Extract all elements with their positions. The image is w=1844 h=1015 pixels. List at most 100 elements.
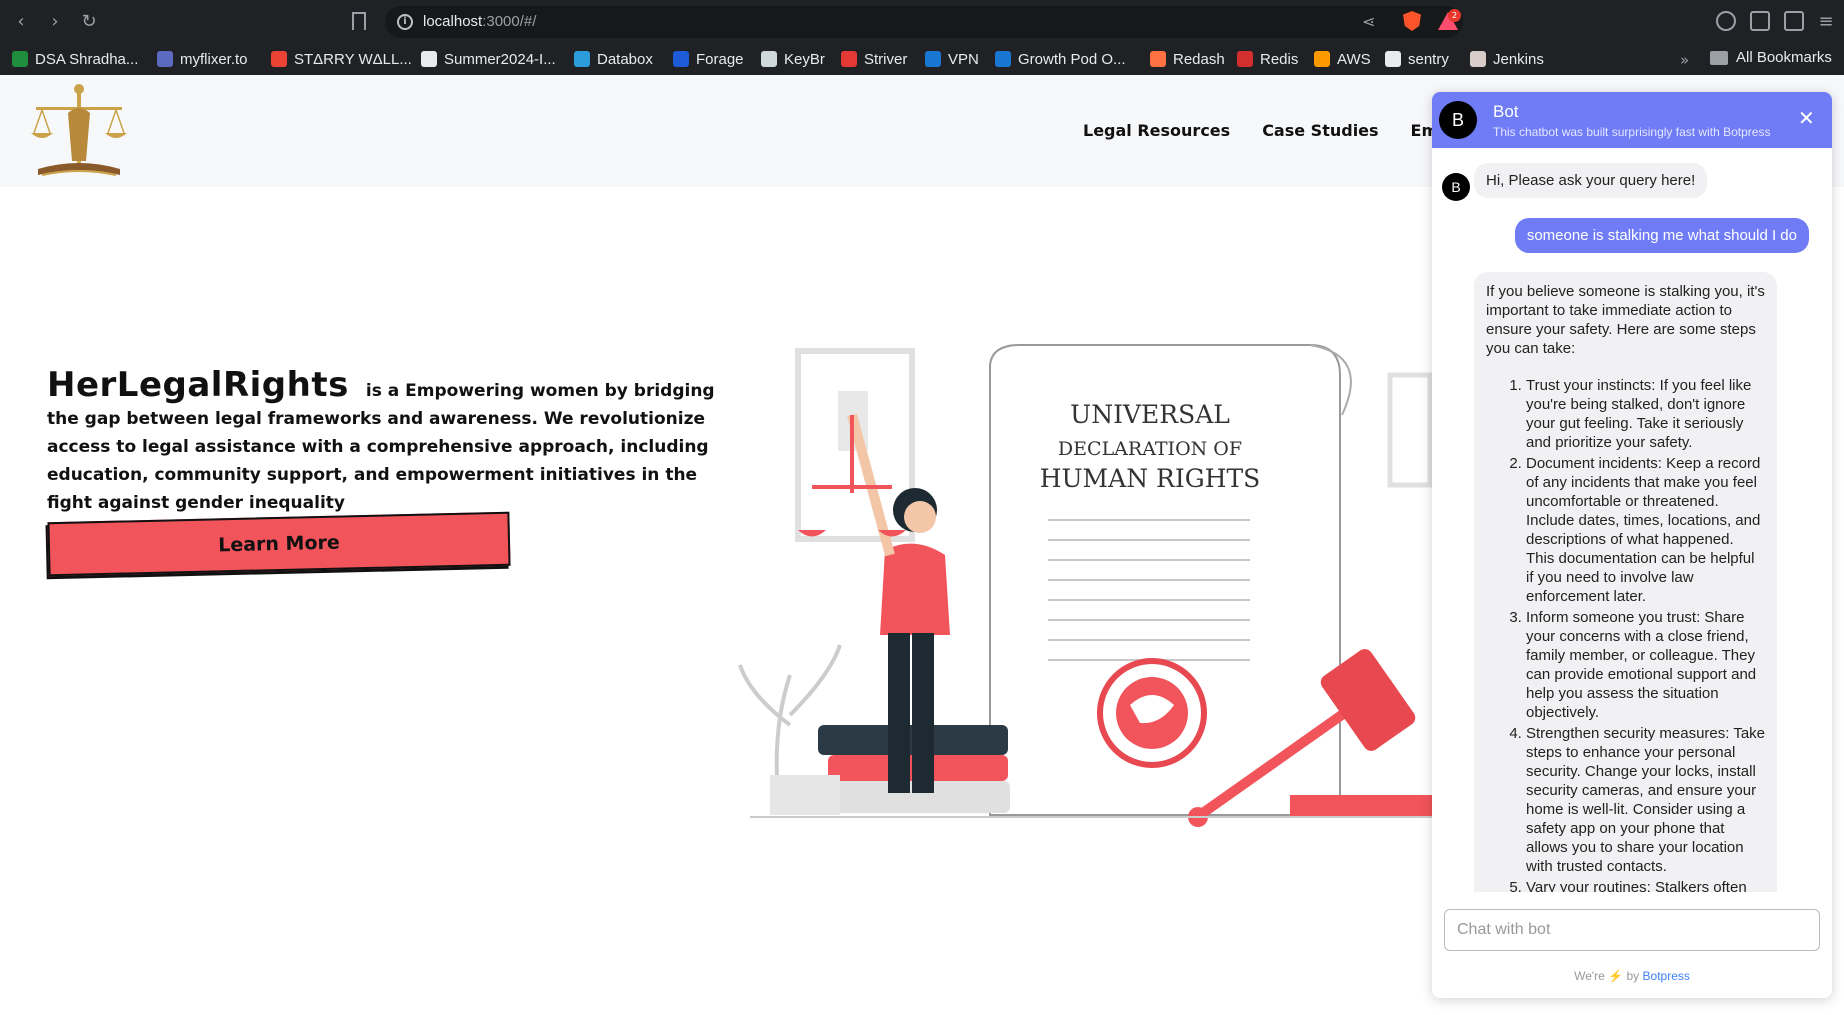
hero-text: HerLegalRights is a Empowering women by … bbox=[47, 365, 727, 517]
powered-prefix: We're bbox=[1574, 969, 1605, 983]
bookmark-item[interactable]: Summer2024-I... bbox=[421, 49, 556, 69]
reload-icon[interactable]: ↻ bbox=[77, 10, 101, 34]
bookmark-label: Forage bbox=[696, 50, 744, 68]
response-step: Strengthen security measures: Take steps… bbox=[1526, 724, 1765, 876]
illustration-title-line-1: UNIVERSAL bbox=[1070, 400, 1230, 429]
sidebar-icon[interactable] bbox=[1750, 11, 1770, 31]
bookmark-item[interactable]: KeyBr bbox=[761, 49, 825, 69]
response-steps-list: Trust your instincts: If you feel like y… bbox=[1486, 376, 1765, 892]
illustration-title-line-2: DECLARATION OF bbox=[1058, 438, 1242, 460]
bookmark-favicon-icon bbox=[841, 51, 857, 67]
bookmark-label: Striver bbox=[864, 50, 908, 68]
powered-by: We're ⚡ by Botpress bbox=[1432, 969, 1832, 983]
bookmark-label: STΔRRY WΔLL... bbox=[294, 50, 412, 68]
bookmark-label: Jenkins bbox=[1493, 50, 1544, 68]
share-icon[interactable]: ⋖ bbox=[1362, 12, 1375, 31]
bookmark-label: AWS bbox=[1337, 50, 1371, 68]
url-path: :3000/#/ bbox=[482, 13, 537, 30]
bookmark-item[interactable]: Growth Pod O... bbox=[995, 49, 1126, 69]
bookmark-favicon-icon bbox=[761, 51, 777, 67]
bookmark-label: sentry bbox=[1408, 50, 1449, 68]
response-step: Trust your instincts: If you feel like y… bbox=[1526, 376, 1765, 452]
bookmark-favicon-icon bbox=[12, 51, 28, 67]
hero-illustration: UNIVERSAL DECLARATION OF HUMAN RIGHTS bbox=[738, 344, 1432, 827]
url-text[interactable]: localhost:3000/#/ bbox=[423, 13, 536, 30]
rewards-badge: 2 bbox=[1448, 9, 1461, 22]
bookmark-favicon-icon bbox=[673, 51, 689, 67]
scales-of-justice-logo-icon[interactable] bbox=[28, 83, 130, 183]
browser-chrome: ‹ › ↻ i localhost:3000/#/ ⋖ 2 ≡ DSA Shra… bbox=[0, 0, 1844, 75]
lightning-icon: ⚡ bbox=[1608, 969, 1624, 983]
bookmark-item[interactable]: Striver bbox=[841, 49, 907, 69]
all-bookmarks-button[interactable]: All Bookmarks bbox=[1710, 49, 1832, 66]
all-bookmarks-label: All Bookmarks bbox=[1736, 49, 1832, 66]
chat-input[interactable] bbox=[1444, 909, 1820, 951]
bot-title: Bot bbox=[1493, 102, 1519, 121]
illustration-title-line-3: HUMAN RIGHTS bbox=[1040, 464, 1261, 493]
menu-icon[interactable]: ≡ bbox=[1814, 10, 1838, 34]
bookmark-label: KeyBr bbox=[784, 50, 825, 68]
bookmark-item[interactable]: Forage bbox=[673, 49, 744, 69]
bookmark-label: Redash bbox=[1173, 50, 1225, 68]
botpress-link[interactable]: Botpress bbox=[1643, 969, 1690, 983]
user-message: someone is stalking me what should I do bbox=[1514, 218, 1809, 253]
bookmark-favicon-icon bbox=[1150, 51, 1166, 67]
response-step: Document incidents: Keep a record of any… bbox=[1526, 454, 1765, 606]
chatbot-header: B Bot This chatbot was built surprisingl… bbox=[1432, 92, 1832, 148]
bot-message-greeting: Hi, Please ask your query here! bbox=[1474, 163, 1708, 198]
back-icon[interactable]: ‹ bbox=[9, 10, 33, 34]
bookmark-favicon-icon bbox=[157, 51, 173, 67]
wallet-icon[interactable] bbox=[1784, 11, 1804, 31]
bookmark-item[interactable]: sentry bbox=[1385, 49, 1449, 69]
chatbot-window: B Bot This chatbot was built surprisingl… bbox=[1432, 92, 1832, 998]
bookmarks-bar: DSA Shradha... myflixer.to STΔRRY WΔLL..… bbox=[0, 43, 1844, 75]
folder-icon bbox=[1710, 50, 1728, 65]
bookmark-favicon-icon bbox=[421, 51, 437, 67]
response-step: Inform someone you trust: Share your con… bbox=[1526, 608, 1765, 722]
browser-toolbar: ‹ › ↻ i localhost:3000/#/ ⋖ 2 ≡ bbox=[0, 0, 1844, 43]
bookmark-favicon-icon bbox=[1470, 51, 1486, 67]
response-step: Vary your routines: Stalkers often bbox=[1526, 878, 1765, 892]
bot-avatar: B bbox=[1439, 101, 1477, 139]
bookmark-label: Redis bbox=[1260, 50, 1299, 68]
bookmark-favicon-icon bbox=[574, 51, 590, 67]
bookmark-label: Growth Pod O... bbox=[1018, 50, 1126, 68]
nav-link-case-studies[interactable]: Case Studies bbox=[1262, 121, 1378, 140]
bookmark-item[interactable]: Redis bbox=[1237, 49, 1298, 69]
site-info-icon[interactable]: i bbox=[397, 14, 413, 30]
nav-link-legal-resources[interactable]: Legal Resources bbox=[1083, 121, 1230, 140]
bookmark-item[interactable]: VPN bbox=[925, 49, 979, 69]
brand-name: HerLegalRights bbox=[47, 365, 349, 405]
bookmark-favicon-icon bbox=[1385, 51, 1401, 67]
bookmark-favicon-icon bbox=[271, 51, 287, 67]
bookmark-favicon-icon bbox=[1237, 51, 1253, 67]
extensions-icon[interactable] bbox=[1716, 11, 1736, 31]
bookmark-item[interactable]: myflixer.to bbox=[157, 49, 248, 69]
bookmark-favicon-icon bbox=[1314, 51, 1330, 67]
bot-subtitle: This chatbot was built surprisingly fast… bbox=[1493, 125, 1771, 139]
forward-icon[interactable]: › bbox=[43, 10, 67, 34]
bookmark-label: myflixer.to bbox=[180, 50, 248, 68]
response-intro: If you believe someone is stalking you, … bbox=[1486, 283, 1765, 357]
bookmark-label: Databox bbox=[597, 50, 653, 68]
bookmark-favicon-icon bbox=[995, 51, 1011, 67]
bot-message-response: If you believe someone is stalking you, … bbox=[1474, 272, 1777, 892]
bookmark-item[interactable]: Jenkins bbox=[1470, 49, 1544, 69]
bookmark-item[interactable]: Databox bbox=[574, 49, 653, 69]
learn-more-button[interactable]: Learn More bbox=[47, 511, 511, 577]
message-avatar: B bbox=[1442, 173, 1470, 201]
bookmark-label: Summer2024-I... bbox=[444, 50, 556, 68]
bookmark-favicon-icon bbox=[925, 51, 941, 67]
url-host: localhost bbox=[423, 13, 483, 30]
bookmark-label: DSA Shradha... bbox=[35, 50, 139, 68]
bookmarks-overflow-button[interactable]: » bbox=[1680, 51, 1689, 69]
bookmark-icon[interactable] bbox=[352, 12, 366, 30]
powered-by-text: by bbox=[1626, 969, 1640, 983]
bookmark-label: VPN bbox=[948, 50, 979, 68]
bookmark-item[interactable]: Redash bbox=[1150, 49, 1225, 69]
close-icon[interactable]: ✕ bbox=[1798, 106, 1815, 131]
bookmark-item[interactable]: AWS bbox=[1314, 49, 1371, 69]
bookmark-item[interactable]: STΔRRY WΔLL... bbox=[271, 49, 412, 69]
address-bar[interactable]: i localhost:3000/#/ bbox=[385, 6, 1463, 38]
bookmark-item[interactable]: DSA Shradha... bbox=[12, 49, 138, 69]
